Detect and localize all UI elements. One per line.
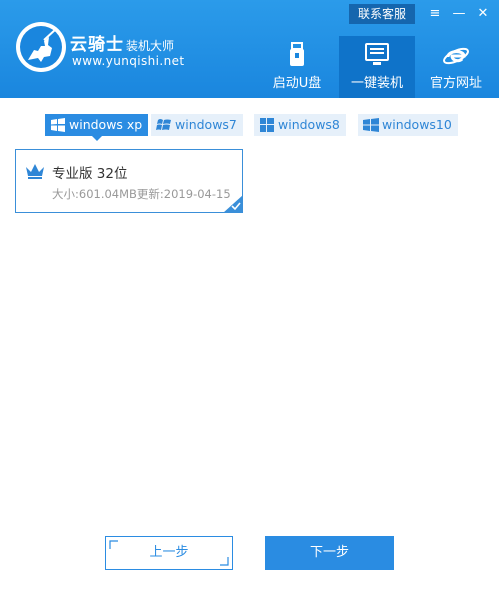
- tab-windows7[interactable]: windows7: [151, 114, 243, 136]
- knight-logo-icon: [16, 22, 66, 72]
- tab-label: windows10: [382, 117, 452, 132]
- nav-boot-usb[interactable]: 启动U盘: [259, 36, 335, 98]
- tab-label: windows7: [175, 117, 237, 132]
- minimize-icon[interactable]: —: [448, 4, 470, 24]
- windows-xp-icon: [51, 118, 65, 132]
- monitor-icon: [365, 43, 389, 65]
- corner-bracket-icon: [109, 540, 118, 549]
- app-header: 云骑士 装机大师 www.yunqishi.net 联系客服 ≡ — ✕ 启动U盘…: [0, 0, 499, 98]
- edition-name: 专业版 32位: [52, 166, 128, 182]
- brand-url: www.yunqishi.net: [72, 54, 185, 68]
- nav-label: 一键装机: [350, 76, 403, 91]
- tab-windows10[interactable]: windows10: [358, 114, 458, 136]
- nav-label: 官方网址: [429, 76, 482, 91]
- nav-official-site[interactable]: 官方网址: [418, 36, 494, 98]
- tab-windows-xp[interactable]: windows xp: [45, 114, 149, 141]
- brand-title: 云骑士 装机大师: [70, 35, 175, 55]
- nav-one-click-install[interactable]: 一键装机: [339, 36, 415, 98]
- previous-step-label: 上一步: [149, 545, 189, 560]
- edition-size-date: 大小:601.04MB更新:2019-04-15: [52, 187, 231, 201]
- windows7-icon: [156, 119, 171, 130]
- corner-bracket-icon: [220, 557, 229, 566]
- next-step-label: 下一步: [309, 545, 349, 560]
- previous-step-button[interactable]: 上一步: [105, 536, 233, 570]
- crown-icon: [26, 164, 44, 179]
- windows10-icon: [363, 118, 379, 132]
- edition-card-pro-32bit[interactable]: 专业版 32位 大小:601.04MB更新:2019-04-15: [15, 149, 243, 213]
- contact-support-button[interactable]: 联系客服: [349, 4, 415, 24]
- menu-icon[interactable]: ≡: [424, 4, 446, 24]
- close-icon[interactable]: ✕: [472, 4, 494, 24]
- nav-label: 启动U盘: [272, 76, 322, 91]
- ie-browser-icon: [443, 47, 469, 65]
- tab-windows8[interactable]: windows8: [254, 114, 346, 136]
- tab-label: windows8: [278, 117, 340, 132]
- tab-label: windows xp: [69, 117, 143, 132]
- next-step-button[interactable]: 下一步: [265, 536, 394, 570]
- windows8-icon: [260, 118, 274, 132]
- usb-drive-icon: [290, 42, 304, 66]
- selected-check-icon: [223, 195, 243, 213]
